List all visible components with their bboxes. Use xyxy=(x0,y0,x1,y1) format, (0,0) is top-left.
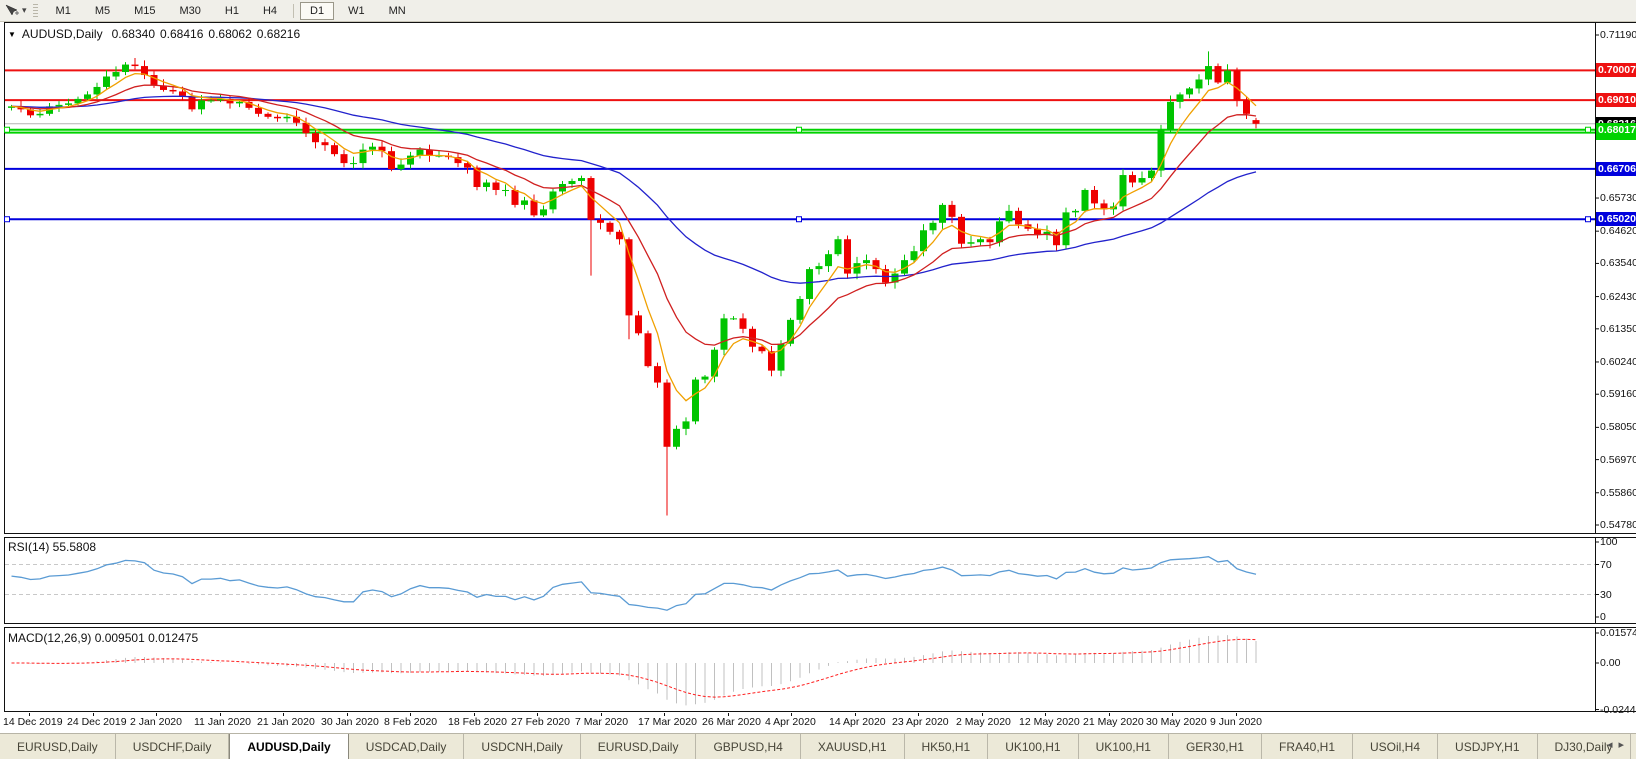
price-tick-label: 0.54780 xyxy=(1600,518,1636,532)
chart-tab-ger30-h1[interactable]: GER30,H1 xyxy=(1169,734,1262,759)
macd-level-label: -0.02441 xyxy=(1600,703,1636,717)
chart-tab-hk50-h1[interactable]: HK50,H1 xyxy=(905,734,989,759)
rsi-label: RSI(14) 55.5808 xyxy=(8,540,96,554)
price-tick-label: 0.65730 xyxy=(1600,191,1636,205)
timeframe-toolbar: ▾ M1M5M15 M30H1H4 D1W1MN xyxy=(0,0,1636,22)
rsi-level-label: 30 xyxy=(1600,588,1612,602)
timeframe-button-m5[interactable]: M5 xyxy=(85,2,120,20)
date-label: 4 Apr 2020 xyxy=(765,716,816,728)
date-label: 11 Jan 2020 xyxy=(194,716,251,728)
cursor-dropdown-caret[interactable]: ▾ xyxy=(22,5,27,16)
chart-tab-gbpusd-h4[interactable]: GBPUSD,H4 xyxy=(696,734,800,759)
macd-label: MACD(12,26,9) 0.009501 0.012475 xyxy=(8,631,198,645)
date-label: 9 Jun 2020 xyxy=(1210,716,1262,728)
chart-tab-usdjpy-h1[interactable]: USDJPY,H1 xyxy=(1438,734,1537,759)
price-tick-label: 0.62430 xyxy=(1600,290,1636,304)
date-label: 23 Apr 2020 xyxy=(892,716,949,728)
date-label: 21 May 2020 xyxy=(1083,716,1144,728)
chart-tab-uk100-h1[interactable]: UK100,H1 xyxy=(988,734,1078,759)
price-tick-label: 0.59160 xyxy=(1600,387,1636,401)
macd-level-label: 0.015741 xyxy=(1600,626,1636,640)
macd-panel-canvas[interactable] xyxy=(4,627,1636,712)
timeframe-button-m1[interactable]: M1 xyxy=(46,2,81,20)
chart-tab-eurusd-daily[interactable]: EURUSD,Daily xyxy=(0,734,116,759)
price-line-tag: 0.69010 xyxy=(1596,93,1636,107)
macd-level-label: 0.00 xyxy=(1600,656,1620,670)
crosshair-pointer-icon-svg xyxy=(4,4,20,18)
price-tick-label: 0.55860 xyxy=(1600,486,1636,500)
ohlc-high: 0.68416 xyxy=(160,27,203,41)
date-label: 2 May 2020 xyxy=(956,716,1011,728)
ohlc-close: 0.68216 xyxy=(257,27,300,41)
rsi-level-label: 100 xyxy=(1600,535,1618,549)
rsi-level-label: 0 xyxy=(1600,610,1606,624)
date-label: 12 May 2020 xyxy=(1019,716,1080,728)
chart-tab-usdcad-daily[interactable]: USDCAD,Daily xyxy=(349,734,465,759)
price-tick-label: 0.63540 xyxy=(1600,256,1636,270)
date-label: 30 May 2020 xyxy=(1146,716,1207,728)
date-label: 17 Mar 2020 xyxy=(638,716,697,728)
chart-tabbar: EURUSD,DailyUSDCHF,DailyAUDUSD,DailyUSDC… xyxy=(0,733,1636,759)
chart-title: AUDUSD,Daily xyxy=(22,27,103,41)
chart-tab-usoil-h4[interactable]: USOil,H4 xyxy=(1353,734,1438,759)
chart-tab-eurusd-daily[interactable]: EURUSD,Daily xyxy=(581,734,697,759)
crosshair-pointer-icon[interactable]: ▾ xyxy=(0,4,31,18)
price-line-tag: 0.68017 xyxy=(1596,123,1636,137)
chart-tab-fra40-h1[interactable]: FRA40,H1 xyxy=(1262,734,1353,759)
date-label: 7 Mar 2020 xyxy=(575,716,628,728)
rsi-level-label: 70 xyxy=(1600,558,1612,572)
date-label: 14 Apr 2020 xyxy=(829,716,886,728)
price-line-tag: 0.70007 xyxy=(1596,63,1636,77)
price-tick-label: 0.71190 xyxy=(1600,28,1636,42)
toolbar-grip[interactable] xyxy=(33,4,38,18)
timeframe-button-mn[interactable]: MN xyxy=(379,2,416,20)
price-tick-label: 0.60240 xyxy=(1600,355,1636,369)
chart-tab-xauusd-h1[interactable]: XAUUSD,H1 xyxy=(801,734,905,759)
timeframe-button-d1[interactable]: D1 xyxy=(300,2,334,20)
date-label: 18 Feb 2020 xyxy=(448,716,507,728)
chart-tab-usdcnh-daily[interactable]: USDCNH,Daily xyxy=(464,734,580,759)
tab-scroll-right-icon[interactable]: ▸ xyxy=(1618,739,1630,751)
price-line-tag: 0.65020 xyxy=(1596,212,1636,226)
chart-tab-uk100-h1[interactable]: UK100,H1 xyxy=(1079,734,1169,759)
tab-scroll-left-icon[interactable]: ◂ xyxy=(1607,739,1619,751)
timeframe-button-w1[interactable]: W1 xyxy=(338,2,375,20)
price-tick-label: 0.56970 xyxy=(1600,453,1636,467)
price-tick-label: 0.58050 xyxy=(1600,420,1636,434)
timeframe-button-m30[interactable]: M30 xyxy=(170,2,211,20)
date-label: 2 Jan 2020 xyxy=(130,716,182,728)
date-label: 21 Jan 2020 xyxy=(257,716,315,728)
date-label: 30 Jan 2020 xyxy=(321,716,379,728)
ohlc-open: 0.68340 xyxy=(112,27,155,41)
mt4-window: ▾ M1M5M15 M30H1H4 D1W1MN ▼ AUDUSD,Daily 0.… xyxy=(0,0,1636,759)
price-tick-label: 0.61350 xyxy=(1600,322,1636,336)
symbol-dropdown-icon[interactable]: ▼ xyxy=(8,30,16,39)
date-label: 27 Feb 2020 xyxy=(511,716,570,728)
price-line-tag: 0.66706 xyxy=(1596,162,1636,176)
date-label: 24 Dec 2019 xyxy=(67,716,127,728)
chart-title-row: ▼ AUDUSD,Daily 0.68340 0.68416 0.68062 0… xyxy=(8,27,300,41)
date-label: 14 Dec 2019 xyxy=(3,716,63,728)
price-tick-label: 0.64620 xyxy=(1600,224,1636,238)
tab-scroll-arrows[interactable]: ◂▸ xyxy=(1607,738,1630,751)
timeframe-button-h1[interactable]: H1 xyxy=(215,2,249,20)
timeframe-button-m15[interactable]: M15 xyxy=(124,2,165,20)
chart-tab-usdchf-daily[interactable]: USDCHF,Daily xyxy=(116,734,230,759)
date-label: 26 Mar 2020 xyxy=(702,716,761,728)
date-label: 8 Feb 2020 xyxy=(384,716,437,728)
timeframe-button-h4[interactable]: H4 xyxy=(253,2,287,20)
rsi-panel-canvas[interactable] xyxy=(4,537,1636,624)
timeframe-buttons: M1M5M15 M30H1H4 D1W1MN xyxy=(44,2,418,20)
chart-tab-audusd-daily[interactable]: AUDUSD,Daily xyxy=(229,734,348,759)
toolbar-separator xyxy=(293,4,294,18)
main-chart-canvas[interactable] xyxy=(4,22,1636,534)
ohlc-low: 0.68062 xyxy=(208,27,251,41)
